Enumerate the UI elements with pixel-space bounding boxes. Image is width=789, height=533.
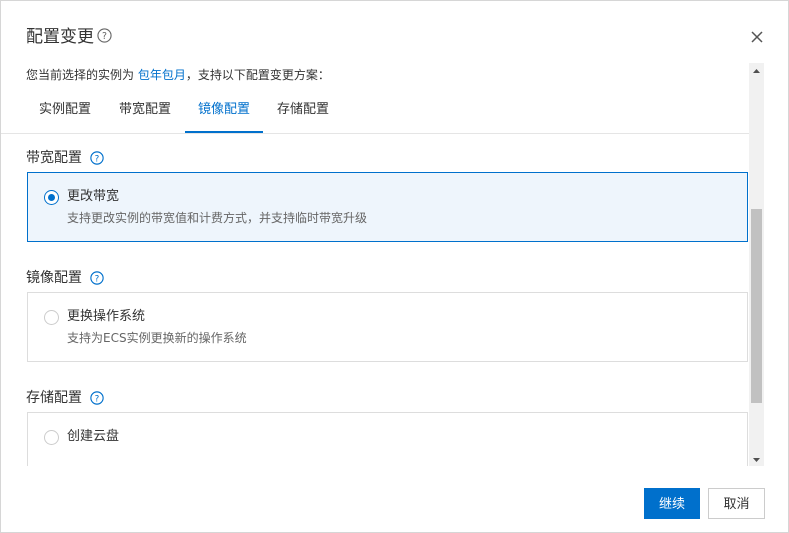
- radio-create-disk[interactable]: [44, 430, 59, 445]
- option-label: 更换操作系统: [67, 309, 146, 324]
- tab-bandwidth-config[interactable]: 带宽配置: [109, 95, 181, 133]
- dialog-footer: 继续 取消: [1, 467, 788, 532]
- billing-type-link[interactable]: 包年包月: [138, 68, 186, 82]
- svg-text:?: ?: [95, 394, 100, 404]
- option-replace-os[interactable]: 更换操作系统 支持为ECS实例更换新的操作系统: [27, 292, 748, 362]
- continue-button[interactable]: 继续: [644, 488, 700, 519]
- close-button[interactable]: [747, 27, 767, 47]
- section-title-image: 镜像配置: [26, 270, 82, 286]
- dialog-header: 配置变更 ?: [1, 1, 788, 61]
- help-circle-icon[interactable]: ?: [90, 150, 104, 165]
- help-circle-icon[interactable]: ?: [90, 390, 104, 405]
- option-change-bandwidth[interactable]: 更改带宽 支持更改实例的带宽值和计费方式，并支持临时带宽升级: [27, 172, 748, 242]
- intro-prefix: 您当前选择的实例为: [26, 68, 138, 82]
- close-icon[interactable]: [747, 27, 767, 47]
- scroll-down-icon[interactable]: [749, 452, 764, 466]
- intro-suffix: ，支持以下配置变更方案：: [185, 68, 330, 82]
- vertical-scrollbar[interactable]: [749, 63, 764, 466]
- config-change-dialog: 配置变更 ? 您当前选择的实例为 包年包月，支持以下配置变更方案： 实例配置 带…: [0, 0, 789, 533]
- svg-text:?: ?: [95, 274, 100, 284]
- dialog-body: 您当前选择的实例为 包年包月，支持以下配置变更方案： 实例配置 带宽配置 镜像配…: [1, 61, 764, 466]
- cancel-button[interactable]: 取消: [708, 488, 765, 519]
- section-title-storage: 存储配置: [26, 390, 82, 406]
- config-tabs: 实例配置 带宽配置 镜像配置 存储配置: [1, 95, 749, 134]
- option-description: 支持更改实例的带宽值和计费方式，并支持临时带宽升级: [67, 211, 368, 225]
- option-label: 创建云盘: [67, 429, 120, 444]
- radio-change-bandwidth[interactable]: [44, 190, 59, 205]
- svg-text:?: ?: [95, 154, 100, 164]
- intro-text: 您当前选择的实例为 包年包月，支持以下配置变更方案：: [26, 67, 330, 83]
- help-circle-icon[interactable]: ?: [90, 270, 104, 285]
- scroll-up-icon[interactable]: [749, 63, 764, 77]
- help-circle-icon[interactable]: ?: [97, 28, 112, 43]
- scroll-thumb[interactable]: [751, 209, 762, 403]
- tab-instance-config[interactable]: 实例配置: [29, 95, 101, 133]
- option-label: 更改带宽: [67, 189, 120, 204]
- option-create-disk[interactable]: 创建云盘: [27, 412, 748, 466]
- dialog-title: 配置变更: [26, 27, 94, 47]
- radio-replace-os[interactable]: [44, 310, 59, 325]
- radio-dot: [48, 194, 55, 201]
- tab-storage-config[interactable]: 存储配置: [267, 95, 339, 133]
- section-title-bandwidth: 带宽配置: [26, 150, 82, 166]
- svg-text:?: ?: [102, 31, 107, 42]
- option-description: 支持为ECS实例更换新的操作系统: [67, 331, 247, 345]
- tab-image-config[interactable]: 镜像配置: [185, 95, 263, 133]
